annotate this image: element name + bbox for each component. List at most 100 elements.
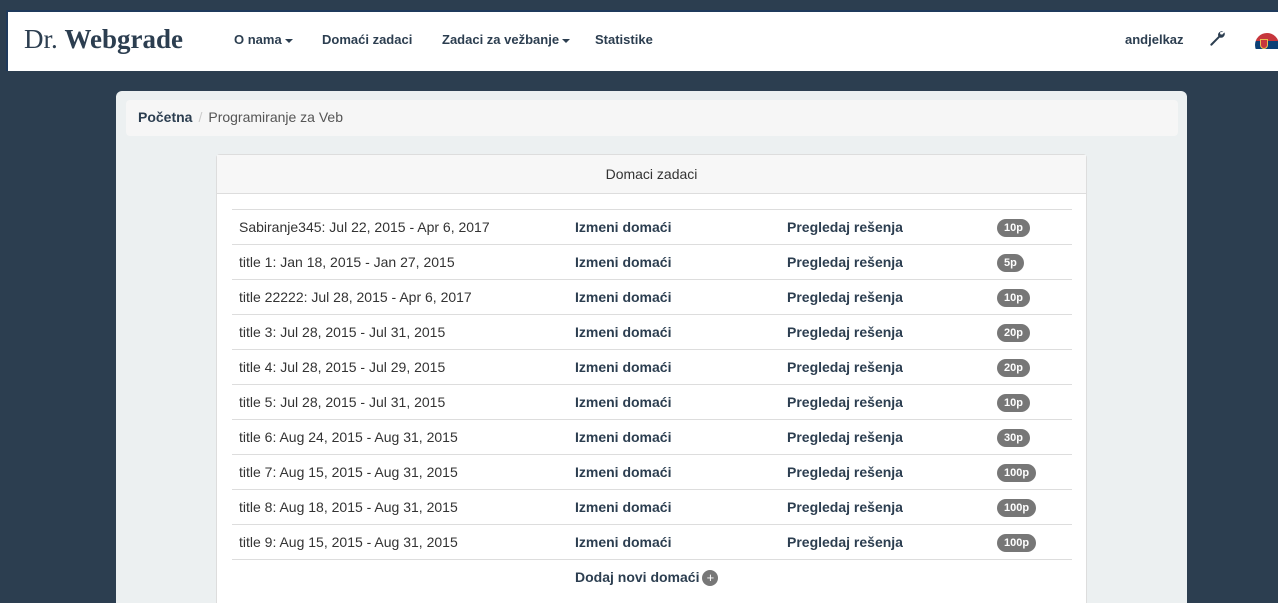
homework-title: title 1: Jan 18, 2015 - Jan 27, 2015 bbox=[239, 254, 455, 270]
table-row: title 4: Jul 28, 2015 - Jul 29, 2015 Izme… bbox=[232, 349, 1072, 385]
add-homework-label: Dodaj novi domaći bbox=[575, 568, 700, 585]
breadcrumb: Početna / Programiranje za Veb bbox=[126, 100, 1178, 136]
homework-title: title 6: Aug 24, 2015 - Aug 31, 2015 bbox=[239, 429, 458, 445]
points-badge: 10p bbox=[997, 218, 1030, 237]
table-row: title 22222: Jul 28, 2015 - Apr 6, 2017 I… bbox=[232, 279, 1072, 315]
table-row: title 6: Aug 24, 2015 - Aug 31, 2015 Izme… bbox=[232, 419, 1072, 455]
homework-panel: Domaci zadaci Sabiranje345: Jul 22, 2015… bbox=[216, 154, 1087, 603]
points-badge: 20p bbox=[997, 358, 1030, 377]
nav-statistics[interactable]: Statistike bbox=[595, 32, 653, 47]
homework-title: Sabiranje345: Jul 22, 2015 - Apr 6, 2017 bbox=[239, 219, 490, 235]
breadcrumb-current: Programiranje za Veb bbox=[208, 109, 343, 125]
points-badge: 100p bbox=[997, 533, 1037, 552]
points-cell: 10p bbox=[990, 385, 1072, 420]
wrench-icon[interactable] bbox=[1208, 29, 1226, 47]
view-solutions-cell: Pregledaj rešenja bbox=[780, 385, 990, 420]
view-solutions-link[interactable]: Pregledaj rešenja bbox=[787, 534, 903, 550]
edit-homework-cell: Izmeni domaći bbox=[568, 245, 780, 280]
caret-down-icon bbox=[284, 38, 293, 43]
points-cell: 20p bbox=[990, 350, 1072, 385]
view-solutions-link[interactable]: Pregledaj rešenja bbox=[787, 464, 903, 480]
homework-title: title 9: Aug 15, 2015 - Aug 31, 2015 bbox=[239, 534, 458, 550]
points-cell: 10p bbox=[990, 210, 1072, 245]
user-menu[interactable]: andjelkaz bbox=[1125, 32, 1184, 47]
table-row: title 7: Aug 15, 2015 - Aug 31, 2015 Izme… bbox=[232, 454, 1072, 490]
points-badge: 30p bbox=[997, 428, 1030, 447]
homework-title: title 8: Aug 18, 2015 - Aug 31, 2015 bbox=[239, 499, 458, 515]
points-badge: 10p bbox=[997, 393, 1030, 412]
view-solutions-link[interactable]: Pregledaj rešenja bbox=[787, 254, 903, 270]
nav-exercises-label: Zadaci za vežbanje bbox=[442, 32, 560, 47]
view-solutions-cell: Pregledaj rešenja bbox=[780, 420, 990, 455]
edit-homework-link[interactable]: Izmeni domaći bbox=[575, 464, 671, 480]
points-cell: 100p bbox=[990, 525, 1072, 560]
view-solutions-link[interactable]: Pregledaj rešenja bbox=[787, 499, 903, 515]
nav-about-dropdown[interactable]: O nama bbox=[234, 32, 293, 47]
table-row: Sabiranje345: Jul 22, 2015 - Apr 6, 2017… bbox=[232, 209, 1072, 245]
points-badge: 10p bbox=[997, 288, 1030, 307]
edit-homework-link[interactable]: Izmeni domaći bbox=[575, 289, 671, 305]
homework-title: title 7: Aug 15, 2015 - Aug 31, 2015 bbox=[239, 464, 458, 480]
edit-homework-cell: Izmeni domaći bbox=[568, 350, 780, 385]
points-cell: 20p bbox=[990, 315, 1072, 350]
table-row: title 5: Jul 28, 2015 - Jul 31, 2015 Izme… bbox=[232, 384, 1072, 420]
add-homework-row: Dodaj novi domaći + bbox=[232, 559, 1072, 595]
view-solutions-link[interactable]: Pregledaj rešenja bbox=[787, 359, 903, 375]
edit-homework-link[interactable]: Izmeni domaći bbox=[575, 394, 671, 410]
edit-homework-cell: Izmeni domaći bbox=[568, 490, 780, 525]
points-cell: 5p bbox=[990, 245, 1072, 280]
view-solutions-cell: Pregledaj rešenja bbox=[780, 350, 990, 385]
view-solutions-cell: Pregledaj rešenja bbox=[780, 210, 990, 245]
points-cell: 100p bbox=[990, 455, 1072, 490]
view-solutions-link[interactable]: Pregledaj rešenja bbox=[787, 394, 903, 410]
points-cell: 100p bbox=[990, 490, 1072, 525]
edit-homework-link[interactable]: Izmeni domaći bbox=[575, 254, 671, 270]
add-homework-button[interactable]: Dodaj novi domaći + bbox=[568, 560, 1072, 595]
view-solutions-cell: Pregledaj rešenja bbox=[780, 490, 990, 525]
points-badge: 5p bbox=[997, 253, 1024, 272]
edit-homework-link[interactable]: Izmeni domaći bbox=[575, 219, 671, 235]
view-solutions-link[interactable]: Pregledaj rešenja bbox=[787, 324, 903, 340]
table-row: title 1: Jan 18, 2015 - Jan 27, 2015 Izme… bbox=[232, 244, 1072, 280]
edit-homework-cell: Izmeni domaći bbox=[568, 385, 780, 420]
edit-homework-link[interactable]: Izmeni domaći bbox=[575, 534, 671, 550]
view-solutions-link[interactable]: Pregledaj rešenja bbox=[787, 219, 903, 235]
edit-homework-link[interactable]: Izmeni domaći bbox=[575, 359, 671, 375]
serbian-flag-icon[interactable] bbox=[1255, 33, 1278, 57]
points-badge: 100p bbox=[997, 463, 1037, 482]
view-solutions-cell: Pregledaj rešenja bbox=[780, 315, 990, 350]
panel-heading: Domaci zadaci bbox=[217, 155, 1086, 194]
view-solutions-link[interactable]: Pregledaj rešenja bbox=[787, 429, 903, 445]
homework-title: title 5: Jul 28, 2015 - Jul 31, 2015 bbox=[239, 394, 446, 410]
view-solutions-cell: Pregledaj rešenja bbox=[780, 455, 990, 490]
plus-icon: + bbox=[702, 569, 719, 586]
points-cell: 10p bbox=[990, 280, 1072, 315]
nav-homework[interactable]: Domaći zadaci bbox=[322, 32, 412, 47]
brand-part1: Dr. bbox=[24, 24, 58, 54]
edit-homework-cell: Izmeni domaći bbox=[568, 315, 780, 350]
navbar: Dr. Webgrade O nama Domaći zadaci Zadaci… bbox=[6, 10, 1278, 71]
nav-exercises-dropdown[interactable]: Zadaci za vežbanje bbox=[442, 32, 571, 47]
edit-homework-link[interactable]: Izmeni domaći bbox=[575, 324, 671, 340]
table-row: title 8: Aug 18, 2015 - Aug 31, 2015 Izme… bbox=[232, 489, 1072, 525]
points-badge: 100p bbox=[997, 498, 1037, 517]
homework-title: title 3: Jul 28, 2015 - Jul 31, 2015 bbox=[239, 324, 446, 340]
homework-title: title 22222: Jul 28, 2015 - Apr 6, 2017 bbox=[239, 289, 472, 305]
breadcrumb-home[interactable]: Početna bbox=[138, 109, 192, 125]
edit-homework-cell: Izmeni domaći bbox=[568, 525, 780, 560]
brand-part2: Webgrade bbox=[64, 24, 184, 54]
edit-homework-link[interactable]: Izmeni domaći bbox=[575, 499, 671, 515]
main-container: Početna / Programiranje za Veb Domaci zada… bbox=[116, 91, 1187, 603]
edit-homework-link[interactable]: Izmeni domaći bbox=[575, 429, 671, 445]
edit-homework-cell: Izmeni domaći bbox=[568, 420, 780, 455]
view-solutions-link[interactable]: Pregledaj rešenja bbox=[787, 289, 903, 305]
table-row: title 9: Aug 15, 2015 - Aug 31, 2015 Izme… bbox=[232, 524, 1072, 560]
edit-homework-cell: Izmeni domaći bbox=[568, 455, 780, 490]
points-badge: 20p bbox=[997, 323, 1030, 342]
homework-table: Sabiranje345: Jul 22, 2015 - Apr 6, 2017… bbox=[232, 209, 1072, 595]
points-cell: 30p bbox=[990, 420, 1072, 455]
brand-logo[interactable]: Dr. Webgrade bbox=[24, 24, 183, 55]
table-row: title 3: Jul 28, 2015 - Jul 31, 2015 Izme… bbox=[232, 314, 1072, 350]
view-solutions-cell: Pregledaj rešenja bbox=[780, 245, 990, 280]
edit-homework-cell: Izmeni domaći bbox=[568, 280, 780, 315]
